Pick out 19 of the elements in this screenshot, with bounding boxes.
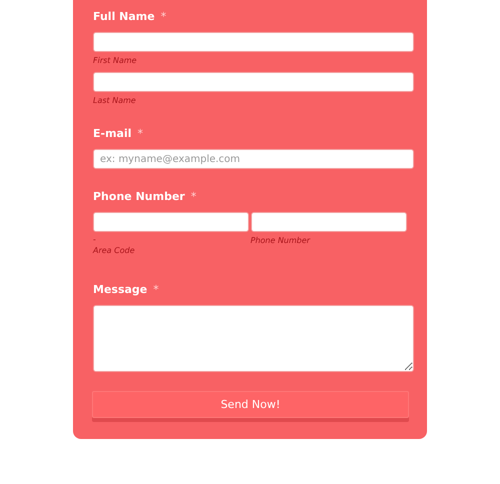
input-field[interactable]	[93, 32, 414, 52]
field-label: Phone Number	[93, 190, 185, 202]
field-label: E-mail	[93, 126, 132, 140]
required-mark: *	[138, 126, 144, 140]
separator-text: -	[93, 236, 97, 244]
sub-label: Area Code	[93, 246, 136, 256]
required-mark: *	[153, 282, 159, 296]
sub-label: Phone Number	[250, 236, 312, 246]
required-mark: *	[160, 10, 166, 22]
input-field[interactable]	[93, 72, 414, 92]
field-label: Full Name	[93, 10, 155, 22]
sub-label: Last Name	[93, 96, 137, 106]
input-field[interactable]: ex: myname@example.com	[93, 149, 414, 169]
message-field[interactable]	[93, 305, 414, 372]
required-mark: *	[190, 190, 196, 202]
input-field[interactable]	[250, 212, 407, 232]
sub-label: First Name	[93, 56, 138, 66]
field-label: Message	[93, 282, 148, 296]
input-field[interactable]	[93, 212, 248, 232]
